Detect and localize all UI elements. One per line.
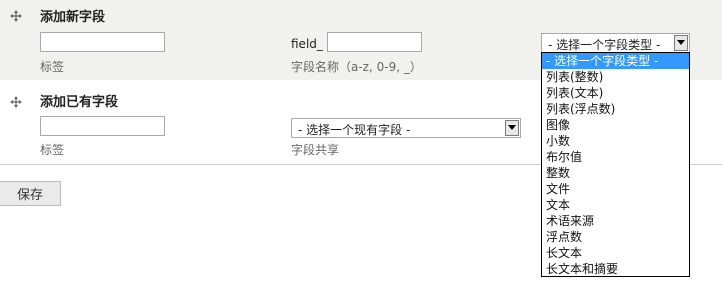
- existing-field-selected: - 选择一个现有字段 -: [298, 123, 411, 137]
- dropdown-option[interactable]: 布尔值: [542, 149, 689, 165]
- dropdown-option[interactable]: 术语来源: [542, 213, 689, 229]
- dropdown-option[interactable]: 列表(文本): [542, 85, 689, 101]
- dropdown-option[interactable]: 浮点数: [542, 229, 689, 245]
- dropdown-option[interactable]: 长文本和摘要: [542, 261, 689, 277]
- field-type-select[interactable]: - 选择一个字段类型 -: [541, 33, 690, 53]
- dropdown-option[interactable]: - 选择一个字段类型 -: [542, 53, 689, 69]
- new-field-label-input[interactable]: [40, 32, 165, 52]
- existing-field-select[interactable]: - 选择一个现有字段 -: [291, 118, 521, 138]
- chevron-down-icon[interactable]: [505, 120, 519, 136]
- add-new-field-title: 添加新字段: [40, 10, 106, 25]
- field-type-dropdown-list: - 选择一个字段类型 - 列表(整数) 列表(文本) 列表(浮点数) 图像 小数…: [541, 52, 690, 277]
- dropdown-option[interactable]: 文本: [542, 197, 689, 213]
- field-name-prefix: field_: [291, 37, 323, 51]
- new-field-label-caption: 标签: [40, 60, 65, 74]
- field-type-selected: - 选择一个字段类型 -: [548, 38, 661, 52]
- existing-field-label-caption: 标签: [40, 143, 65, 157]
- dropdown-option[interactable]: 文件: [542, 181, 689, 197]
- dropdown-option[interactable]: 长文本: [542, 245, 689, 261]
- dropdown-option[interactable]: 图像: [542, 117, 689, 133]
- field-name-input[interactable]: [327, 32, 422, 52]
- field-name-caption: 字段名称（a-z, 0-9, _）: [291, 60, 422, 74]
- drag-handle-icon[interactable]: [9, 9, 23, 23]
- dropdown-option[interactable]: 小数: [542, 133, 689, 149]
- field-sharing-caption: 字段共享: [291, 143, 340, 157]
- dropdown-option[interactable]: 整数: [542, 165, 689, 181]
- add-existing-field-title: 添加已有字段: [40, 95, 119, 110]
- drag-handle-icon[interactable]: [9, 95, 23, 109]
- save-button[interactable]: 保存: [0, 181, 61, 206]
- dropdown-option[interactable]: 列表(整数): [542, 69, 689, 85]
- chevron-down-icon[interactable]: [674, 35, 688, 51]
- dropdown-option[interactable]: 列表(浮点数): [542, 101, 689, 117]
- existing-field-label-input[interactable]: [40, 116, 165, 136]
